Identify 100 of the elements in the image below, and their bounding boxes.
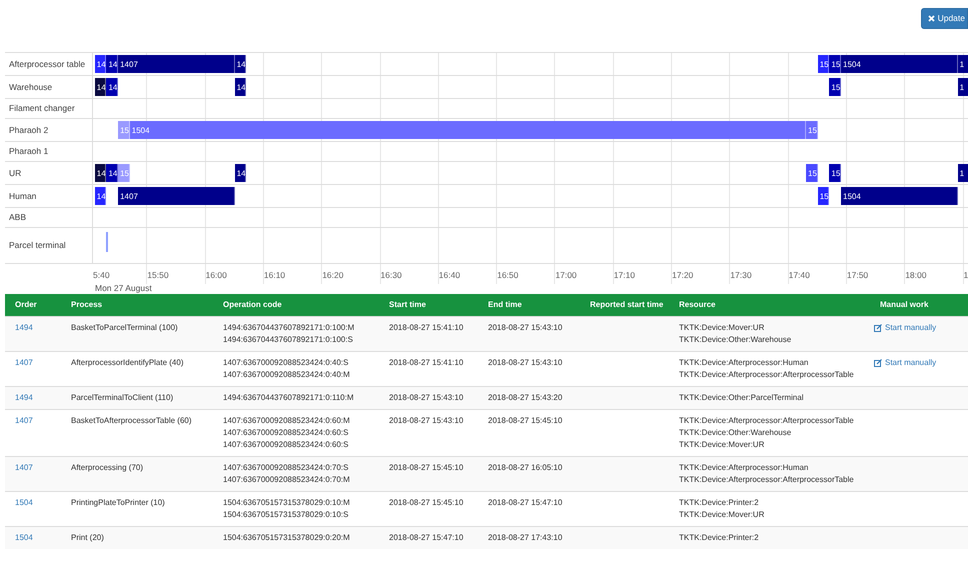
row-label: Human [9,190,36,202]
task-bar[interactable]: 14 [106,164,118,182]
task-bar[interactable]: 15 [818,55,830,73]
task-bar[interactable]: 14 [94,55,106,73]
time-tick: 17:30 [730,269,752,282]
task-bar[interactable]: 15 [829,78,842,96]
task-bar[interactable]: 14 [94,164,106,182]
task-bar[interactable]: 14 [234,164,246,182]
task-bar[interactable]: 14 [234,78,246,96]
end-time-cell-text: 2018-08-27 15:47:10 [488,497,564,509]
resource-cell-text: TKTK:Device:Mover:UR [679,509,766,521]
operation-code: 1504:636705157315378029:0:20:M [223,532,351,544]
order-link[interactable]: 1407 [15,415,61,427]
time-tick: 1 [964,269,968,282]
operation-code: 1407:636700092088523424:0:70:S [223,462,350,474]
task-bar[interactable]: 1 [958,78,968,96]
start-manually-link[interactable]: Start manually [874,322,936,334]
time-tick: 5:40 [93,269,110,282]
task-bar[interactable]: 1 [958,55,968,73]
time-tick: 17:10 [614,269,635,282]
order-link[interactable]: 1407 [15,462,61,474]
resource-cell-text: TKTK:Device:Printer:2 [679,532,760,544]
time-tick: 16:50 [497,269,518,282]
process-cell-text: Afterprocessing (70) [71,462,144,474]
task-bar[interactable]: 1504 [130,121,806,139]
order-link[interactable]: 1407 [15,357,61,369]
start-time-cell-text: 2018-08-27 15:45:10 [389,497,464,509]
end-time-cell-text: 2018-08-27 17:43:10 [488,532,564,544]
close-icon [928,15,935,22]
end-time-cell-text: 2018-08-27 15:43:20 [488,392,564,404]
row-label: UR [9,166,22,180]
end-time-cell-text: 2018-08-27 15:43:10 [488,322,564,334]
resource-cell-text: TKTK:Device:Afterprocessor:AfterprocessorTable [679,369,855,381]
column-header: Operation code [223,300,282,309]
process-cell-text: PrintingPlateToPrinter (10) [71,497,166,509]
task-bar[interactable]: 15 [806,164,818,182]
start-time-cell-text: 2018-08-27 15:41:10 [389,322,464,334]
task-bar[interactable]: 14 [106,55,118,73]
end-time-cell-text: 2018-08-27 15:45:10 [488,415,564,427]
time-tick: 18:00 [905,269,926,282]
task-bar[interactable]: 15 [829,55,842,73]
row-label: ABB [9,211,26,224]
resource-cell-text: TKTK:Device:Afterprocessor:Human [679,462,810,474]
time-tick: 16:20 [322,269,344,282]
task-bar[interactable]: 14 [94,78,106,96]
task-bar[interactable]: 15 [806,121,818,139]
resource-cell-text: TKTK:Device:Other:Warehouse [679,427,792,439]
resource-cell-text: TKTK:Device:Mover:UR [679,439,766,451]
start-time-cell-text: 2018-08-27 15:43:10 [389,415,464,427]
row-label: Pharaoh 1 [9,145,48,158]
row-label: Parcel terminal [9,239,66,252]
task-bar[interactable]: 1407 [118,187,235,205]
operation-code: 1407:636700092088523424:0:60:S [223,427,350,439]
operation-code: 1504:636705157315378029:0:10:M [223,497,351,509]
date-label: Mon 27 August [95,282,152,294]
task-bar[interactable]: 1504 [841,55,958,73]
resource-cell-text: TKTK:Device:Afterprocessor:AfterprocessorTable [679,474,855,486]
task-bar[interactable]: 14 [106,78,118,96]
task-bar[interactable]: 15 [829,164,842,182]
time-tick: 16:00 [206,269,227,282]
time-tick: 17:50 [846,269,868,282]
time-tick: 16:30 [380,269,402,282]
task-bar[interactable]: 14 [234,55,246,73]
resource-cell-text: TKTK:Device:Printer:2 [679,497,760,509]
time-tick: 16:40 [438,269,460,282]
operation-code: 1407:636700092088523424:0:60:S [223,439,350,451]
resource-cell-text: TKTK:Device:Mover:UR [679,322,766,334]
time-tick: 17:20 [672,269,694,282]
start-time-cell-text: 2018-08-27 15:43:10 [389,392,464,404]
column-header: Order [15,300,37,309]
order-link[interactable]: 1504 [15,497,61,509]
process-cell-text: BasketToAfterprocessorTable (60) [71,415,192,427]
process-cell-text: BasketToParcelTerminal (100) [71,322,179,334]
operation-code: 1407:636700092088523424:0:40:S [223,357,350,369]
column-header: Manual work [880,300,928,309]
order-link[interactable]: 1494 [15,322,61,334]
operation-code: 1494:636704437607892171:0:110:M [223,392,355,404]
task-bar[interactable]: 1504 [841,187,958,205]
time-tick: 16:10 [264,269,286,282]
operation-code: 1407:636700092088523424:0:70:M [223,474,351,486]
end-time-cell-text: 2018-08-27 16:05:10 [488,462,564,474]
row-label: Afterprocessor table [9,58,86,70]
order-link[interactable]: 1494 [15,392,61,404]
edit-icon [874,324,882,332]
task-bar[interactable]: 14 [94,187,106,205]
start-time-cell-text: 2018-08-27 15:41:10 [389,357,464,369]
end-time-cell-text: 2018-08-27 15:43:10 [488,357,564,369]
column-header: Resource [679,300,716,309]
column-header: Start time [389,300,426,309]
operation-code: 1407:636700092088523424:0:40:M [223,369,351,381]
update-button[interactable]: Update [920,8,968,29]
resource-cell-text: TKTK:Device:Other:ParcelTerminal [679,392,804,404]
task-bar[interactable]: 1 [958,164,968,182]
start-time-cell-text: 2018-08-27 15:45:10 [389,462,464,474]
start-manually-link[interactable]: Start manually [874,357,936,369]
order-link[interactable]: 1504 [15,532,61,544]
start-time-cell-text: 2018-08-27 15:47:10 [389,532,464,544]
task-bar[interactable]: 1407 [118,55,235,73]
operation-code: 1504:636705157315378029:0:10:S [223,509,350,521]
task-bar[interactable]: 15 [818,187,830,205]
